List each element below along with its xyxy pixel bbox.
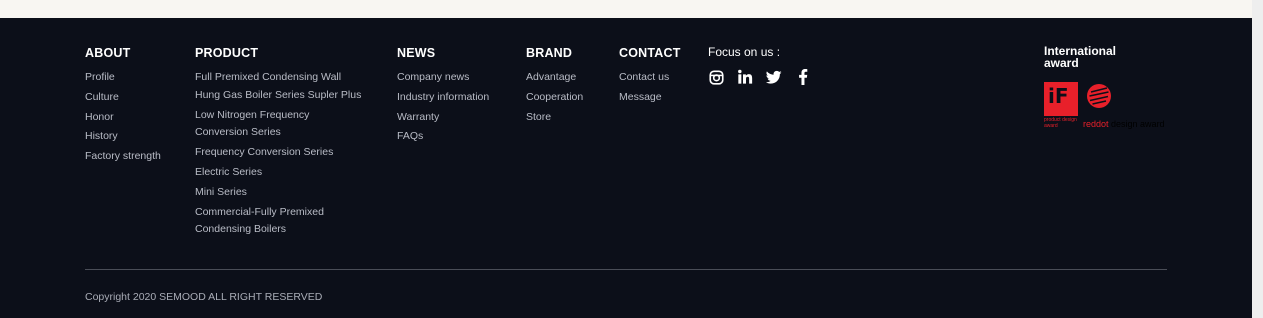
link-history[interactable]: History — [85, 128, 161, 146]
column-title-contact: CONTACT — [619, 46, 681, 60]
link-frequency-conversion-series[interactable]: Frequency Conversion Series — [195, 144, 365, 162]
link-warranty[interactable]: Warranty — [397, 109, 489, 127]
link-store[interactable]: Store — [526, 109, 583, 127]
footer-column-contact: CONTACT Contact us Message — [619, 46, 681, 109]
footer-column-about: ABOUT Profile Culture Honor History Fact… — [85, 46, 161, 168]
scrollbar[interactable] — [1252, 0, 1263, 318]
if-logo-text: iF — [1048, 84, 1069, 108]
footer-column-brand: BRAND Advantage Cooperation Store — [526, 46, 583, 128]
copyright-text: Copyright 2020 SEMOOD ALL RIGHT RESERVED — [85, 291, 323, 303]
international-award: International award iF product design aw… — [1044, 45, 1184, 132]
column-title-news: NEWS — [397, 46, 436, 60]
column-title-about: ABOUT — [85, 46, 131, 60]
reddot-design-award: design award — [1108, 119, 1165, 129]
instagram-icon[interactable] — [708, 69, 724, 85]
facebook-icon[interactable] — [795, 69, 811, 85]
if-award-logo: iF — [1044, 82, 1078, 116]
link-profile[interactable]: Profile — [85, 69, 161, 87]
social-follow: Focus on us : — [708, 45, 811, 85]
column-title-brand: BRAND — [526, 46, 573, 60]
footer-divider — [85, 269, 1167, 270]
link-contact-us[interactable]: Contact us — [619, 69, 681, 87]
link-advantage[interactable]: Advantage — [526, 69, 583, 87]
link-culture[interactable]: Culture — [85, 89, 161, 107]
follow-label: Focus on us : — [708, 45, 781, 59]
social-icons — [708, 69, 811, 85]
reddot-red: red — [1083, 119, 1097, 129]
link-honor[interactable]: Honor — [85, 109, 161, 127]
footer-column-product: PRODUCT Full Premixed Condensing Wall Hu… — [195, 46, 365, 241]
link-electric-series[interactable]: Electric Series — [195, 164, 365, 182]
reddot-award-icon — [1087, 84, 1111, 108]
link-industry-information[interactable]: Industry information — [397, 89, 489, 107]
award-badges: iF product design award reddot design aw… — [1044, 82, 1184, 132]
if-award-caption: product design award — [1044, 117, 1077, 129]
column-title-product: PRODUCT — [195, 46, 259, 60]
reddot-award-caption: reddot design award — [1083, 119, 1165, 129]
link-full-premixed-series[interactable]: Full Premixed Condensing Wall Hung Gas B… — [195, 69, 365, 105]
award-title: International award — [1044, 44, 1117, 70]
link-factory-strength[interactable]: Factory strength — [85, 148, 161, 166]
link-cooperation[interactable]: Cooperation — [526, 89, 583, 107]
link-commercial-boilers[interactable]: Commercial-Fully Premixed Condensing Boi… — [195, 204, 365, 240]
footer-column-news: NEWS Company news Industry information W… — [397, 46, 489, 148]
link-company-news[interactable]: Company news — [397, 69, 489, 87]
reddot-dot: dot — [1096, 119, 1109, 129]
link-faqs[interactable]: FAQs — [397, 128, 489, 146]
top-strip — [0, 0, 1252, 18]
site-footer: ABOUT Profile Culture Honor History Fact… — [0, 18, 1252, 318]
twitter-icon[interactable] — [766, 69, 782, 85]
link-mini-series[interactable]: Mini Series — [195, 184, 365, 202]
link-low-nitrogen-series[interactable]: Low Nitrogen Frequency Conversion Series — [195, 107, 365, 143]
link-message[interactable]: Message — [619, 89, 681, 107]
linkedin-icon[interactable] — [737, 69, 753, 85]
